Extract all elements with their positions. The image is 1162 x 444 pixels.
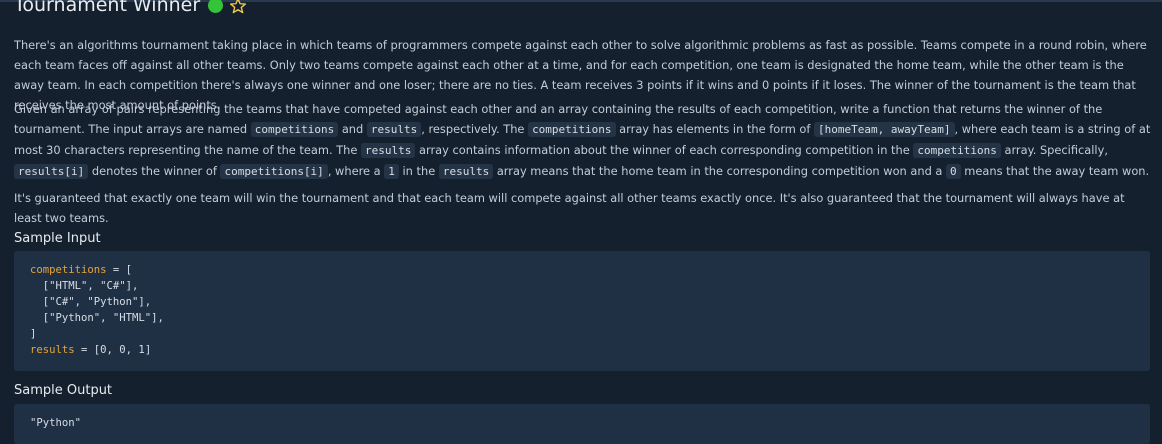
inline-code: competitions <box>913 143 1001 158</box>
sample-output-heading: Sample Output <box>14 383 113 398</box>
inline-code: 1 <box>384 164 399 179</box>
description-paragraph-3: It's guaranteed that exactly one team wi… <box>14 191 1125 225</box>
inline-code: competitions <box>250 122 339 137</box>
inline-code: competitions <box>528 122 616 137</box>
star-outline-icon[interactable] <box>229 0 247 15</box>
code-variable: results <box>30 344 75 356</box>
text: and <box>338 122 367 136</box>
code-text: = [ <box>106 264 133 276</box>
code-variable: competitions <box>30 264 107 276</box>
sample-input-code-block: competitions = [ ["HTML", "C#"], ["C#", … <box>14 251 1150 371</box>
code-line: ["Python", "HTML"], <box>30 312 164 324</box>
description-paragraph-2: Given an array of pairs representing the… <box>14 99 1152 182</box>
problem-title: Tournament Winner <box>14 0 201 16</box>
inline-code: results[i] <box>14 164 89 179</box>
text: in the <box>398 164 439 178</box>
text: array. Specifically, <box>1000 143 1108 157</box>
text: , where a <box>327 164 385 178</box>
completed-status-icon <box>208 0 224 13</box>
inline-code: results <box>366 122 422 137</box>
problem-panel: Tournament Winner There's an algorithms … <box>14 0 1150 444</box>
sample-input-code: competitions = [ ["HTML", "C#"], ["C#", … <box>30 262 164 358</box>
text: array has elements in the form of <box>615 122 815 136</box>
text: means that the away team won. <box>960 164 1150 178</box>
title-row: Tournament Winner <box>14 0 1150 18</box>
inline-code: results <box>438 164 494 179</box>
code-line: ["HTML", "C#"], <box>30 280 139 292</box>
text: array means that the home team in the co… <box>493 164 947 178</box>
sample-input-heading: Sample Input <box>14 231 101 246</box>
inline-code: results <box>361 143 416 158</box>
text: array contains information about the win… <box>415 143 914 157</box>
text: denotes the winner of <box>88 164 221 178</box>
code-line: ] <box>30 328 37 340</box>
code-text: = [0, 0, 1] <box>74 344 152 356</box>
inline-code: [homeTeam, awayTeam] <box>814 122 955 137</box>
sample-output-code-block: "Python" <box>14 404 1150 444</box>
inline-code: competitions[i] <box>220 164 328 179</box>
code-line: ["C#", "Python"], <box>30 296 152 308</box>
inline-code: 0 <box>946 164 961 179</box>
text: , respectively. The <box>421 122 529 136</box>
sample-output-code: "Python" <box>30 417 82 429</box>
